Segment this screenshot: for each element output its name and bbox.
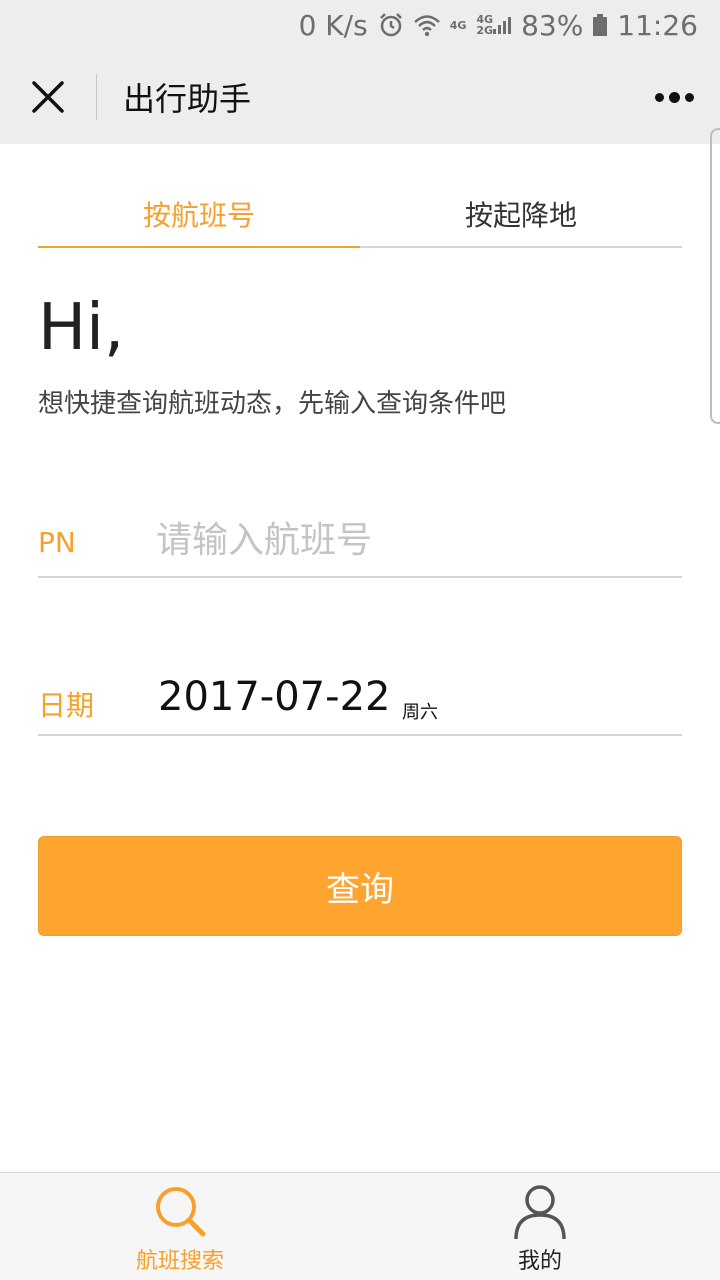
battery-icon	[593, 14, 608, 36]
more-button[interactable]	[655, 50, 694, 144]
clock: 11:26	[617, 8, 698, 42]
greeting: Hi,	[38, 291, 125, 365]
close-icon	[32, 81, 64, 113]
signal-icon	[493, 16, 512, 34]
status-bar: 0 K/s 4G 4G 2G 83% 11:26	[0, 0, 720, 50]
title-divider	[96, 74, 97, 120]
nav-flight-search[interactable]: 航班搜索	[0, 1173, 360, 1280]
more-dot-icon	[655, 92, 664, 102]
network-type-1: 4G	[449, 18, 467, 32]
battery-percent: 83%	[521, 8, 584, 42]
wifi-icon	[413, 13, 440, 37]
nav-flight-search-label: 航班搜索	[135, 1249, 224, 1274]
weekday-label: 周六	[402, 702, 438, 723]
nav-mine-label: 我的	[517, 1249, 562, 1274]
signal-group: 4G 2G	[476, 14, 493, 36]
date-field[interactable]: 日期 2017-07-22 周六	[38, 660, 682, 736]
tab-by-flight-number[interactable]: 按航班号	[38, 186, 360, 248]
flight-number-input[interactable]	[156, 512, 656, 568]
search-icon	[156, 1187, 206, 1237]
subtitle: 想快捷查询航班动态，先输入查询条件吧	[38, 389, 507, 419]
network-type-2b: 2G	[476, 24, 494, 37]
more-dot-icon	[669, 91, 680, 103]
flight-number-field: PN	[38, 506, 682, 578]
more-dot-icon	[685, 92, 694, 102]
title-bar: 出行助手	[0, 50, 720, 144]
nav-mine[interactable]: 我的	[360, 1173, 720, 1280]
bottom-nav: 航班搜索 我的	[0, 1172, 720, 1280]
net-speed: 0 K/s	[298, 8, 368, 42]
edge-drawer-handle[interactable]	[710, 128, 720, 424]
date-value[interactable]: 2017-07-22	[158, 674, 390, 720]
query-button[interactable]: 查询	[38, 836, 682, 936]
flight-number-label: PN	[38, 526, 76, 559]
date-label: 日期	[38, 689, 95, 722]
tab-by-departure-arrival[interactable]: 按起降地	[360, 186, 682, 246]
close-button[interactable]	[0, 50, 96, 144]
alarm-icon	[378, 12, 404, 38]
search-mode-tabs: 按航班号 按起降地	[38, 186, 682, 248]
user-icon	[514, 1185, 566, 1240]
page-title: 出行助手	[123, 80, 252, 118]
